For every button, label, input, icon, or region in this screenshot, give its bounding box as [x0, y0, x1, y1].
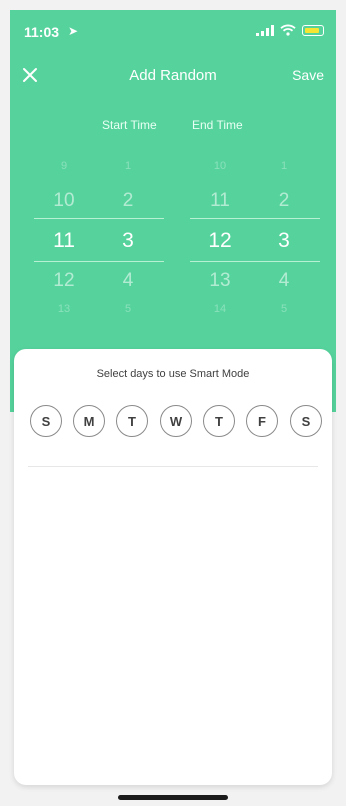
- picker-option[interactable]: 13: [190, 270, 250, 292]
- picker-headers: Start Time End Time: [10, 116, 336, 136]
- end-time-picker[interactable]: 10 11 12 13 14 1 2 3 4 5: [190, 158, 320, 320]
- battery-charging-icon: [302, 24, 324, 36]
- save-button[interactable]: Save: [292, 67, 324, 83]
- sheet-title: Select days to use Smart Mode: [96, 368, 250, 380]
- picker-option-selected[interactable]: 11: [34, 229, 94, 253]
- home-indicator[interactable]: [118, 795, 228, 800]
- day-toggle-friday[interactable]: F: [246, 405, 278, 437]
- location-arrow-icon: ➤: [68, 24, 79, 38]
- end-hour-wheel[interactable]: 10 11 12 13 14: [190, 158, 250, 320]
- status-time: 11:03: [24, 24, 60, 40]
- day-toggle-monday[interactable]: M: [73, 405, 105, 437]
- picker-option[interactable]: 11: [190, 190, 250, 212]
- start-hour-wheel[interactable]: 9 10 11 12 13: [34, 158, 94, 320]
- day-selector: S M T W T F S: [30, 405, 322, 437]
- picker-option[interactable]: 5: [254, 303, 314, 315]
- picker-option[interactable]: 4: [98, 270, 158, 292]
- picker-option-selected[interactable]: 3: [254, 229, 314, 253]
- wifi-icon: [280, 24, 296, 36]
- divider: [28, 466, 318, 467]
- smart-mode-sheet: Select days to use Smart Mode S M T W T …: [14, 349, 332, 785]
- picker-option[interactable]: 2: [98, 190, 158, 212]
- end-minute-wheel[interactable]: 1 2 3 4 5: [254, 158, 314, 320]
- picker-option[interactable]: 9: [34, 160, 94, 172]
- status-bar: 11:03 ➤: [10, 10, 336, 50]
- picker-option[interactable]: 1: [254, 160, 314, 172]
- day-toggle-sunday[interactable]: S: [30, 405, 62, 437]
- status-icons: [256, 24, 324, 36]
- picker-option[interactable]: 12: [34, 270, 94, 292]
- picker-option[interactable]: 13: [34, 303, 94, 315]
- picker-option[interactable]: 5: [98, 303, 158, 315]
- picker-option[interactable]: 10: [34, 190, 94, 212]
- picker-option[interactable]: 14: [190, 303, 250, 315]
- picker-option-selected[interactable]: 3: [98, 229, 158, 253]
- picker-option-selected[interactable]: 12: [190, 229, 250, 253]
- start-time-label: Start Time: [102, 118, 157, 132]
- picker-option[interactable]: 2: [254, 190, 314, 212]
- end-time-label: End Time: [192, 118, 243, 132]
- day-toggle-thursday[interactable]: T: [203, 405, 235, 437]
- day-toggle-tuesday[interactable]: T: [116, 405, 148, 437]
- day-toggle-wednesday[interactable]: W: [160, 405, 192, 437]
- nav-bar: Add Random Save: [10, 55, 336, 95]
- day-toggle-saturday[interactable]: S: [290, 405, 322, 437]
- signal-bars-icon: [256, 24, 274, 36]
- picker-option[interactable]: 10: [190, 160, 250, 172]
- page-title: Add Random: [129, 67, 217, 84]
- start-time-picker[interactable]: 9 10 11 12 13 1 2 3 4 5: [34, 158, 164, 320]
- picker-option[interactable]: 4: [254, 270, 314, 292]
- start-minute-wheel[interactable]: 1 2 3 4 5: [98, 158, 158, 320]
- picker-option[interactable]: 1: [98, 160, 158, 172]
